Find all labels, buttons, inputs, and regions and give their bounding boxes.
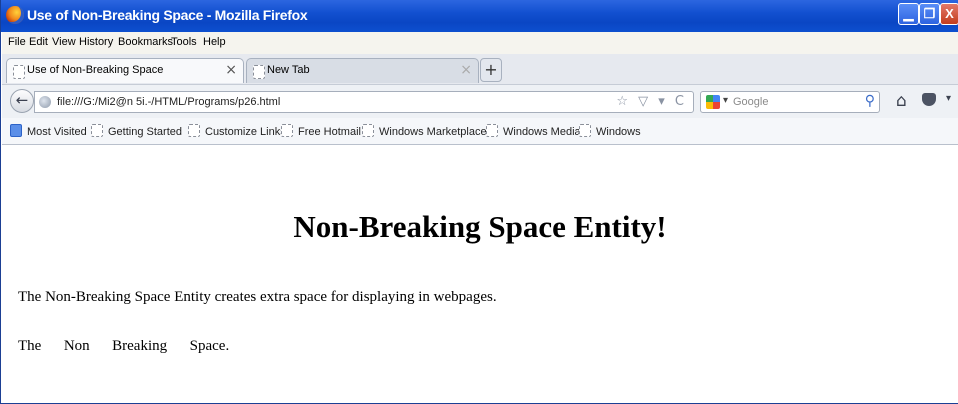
bookmark-page-icon	[188, 124, 200, 137]
firefox-logo-icon	[6, 6, 24, 24]
bookmarks-toolbar: Most Visited Getting Started Customize L…	[2, 118, 958, 145]
tab-close-icon[interactable]: ×	[460, 62, 472, 78]
menu-chevron-icon[interactable]: ▾	[946, 93, 951, 104]
title-bar: Use of Non-Breaking Space - Mozilla Fire…	[1, 0, 958, 32]
bookmark-free-hotmail[interactable]: Free Hotmail	[281, 124, 361, 138]
search-input[interactable]: ▾ Google ⚲	[700, 91, 880, 113]
pocket-icon[interactable]	[922, 93, 936, 106]
bookmark-page-icon	[91, 124, 103, 137]
new-tab-button[interactable]: +	[480, 58, 502, 82]
bookmark-windows-marketplace[interactable]: Windows Marketplace	[362, 124, 487, 138]
back-button[interactable]: ←	[10, 89, 34, 113]
bookmark-label: Customize Links	[205, 126, 286, 138]
tab-label: Use of Non-Breaking Space	[27, 64, 164, 76]
bookmark-folder-icon	[10, 124, 22, 137]
window-title: Use of Non-Breaking Space - Mozilla Fire…	[27, 7, 308, 23]
menu-bookmarks[interactable]: Bookmarks	[118, 36, 173, 48]
url-text[interactable]: file:///G:/Mi2@n 5i.-/HTML/Programs/p26.…	[57, 96, 280, 108]
chevron-down-icon[interactable]: ▾	[723, 95, 728, 106]
home-icon[interactable]: ⌂	[896, 91, 907, 111]
tab-close-icon[interactable]: ×	[225, 62, 237, 78]
tab-use-of-non-breaking-space[interactable]: Use of Non-Breaking Space ×	[6, 58, 244, 83]
bookmark-getting-started[interactable]: Getting Started	[91, 124, 182, 138]
search-icon[interactable]: ⚲	[865, 93, 875, 109]
menu-edit[interactable]: Edit	[29, 36, 48, 48]
page-favicon-icon	[13, 65, 25, 79]
menu-tools[interactable]: Tools	[171, 36, 197, 48]
bookmark-label: Windows	[596, 126, 641, 138]
bookmark-most-visited[interactable]: Most Visited	[10, 124, 87, 138]
minimize-button[interactable]: ▁	[898, 3, 919, 25]
page-spaced-paragraph: The Non Breaking Space.	[18, 338, 230, 354]
tab-label: New Tab	[267, 64, 310, 76]
bookmark-page-icon	[579, 124, 591, 137]
bookmark-page-icon	[281, 124, 293, 137]
url-bar-action-icons[interactable]: ☆ ▽ ▾ C	[616, 94, 687, 109]
navigation-bar: ← file:///G:/Mi2@n 5i.-/HTML/Programs/p2…	[2, 84, 958, 119]
menu-view[interactable]: View	[52, 36, 76, 48]
bookmark-page-icon	[362, 124, 374, 137]
google-icon[interactable]	[706, 95, 720, 109]
close-button[interactable]: X	[940, 3, 958, 25]
tab-new-tab[interactable]: New Tab ×	[246, 58, 479, 83]
bookmark-windows-media[interactable]: Windows Media	[486, 124, 581, 138]
page-favicon-icon	[253, 65, 265, 79]
menu-history[interactable]: History	[79, 36, 113, 48]
bookmark-customize-links[interactable]: Customize Links	[188, 124, 286, 138]
browser-window: Use of Non-Breaking Space - Mozilla Fire…	[0, 0, 958, 404]
menu-bar: File Edit View History Bookmarks Tools H…	[2, 32, 958, 54]
page-paragraph: The Non-Breaking Space Entity creates ex…	[18, 289, 497, 305]
bookmark-page-icon	[486, 124, 498, 137]
url-bar[interactable]: file:///G:/Mi2@n 5i.-/HTML/Programs/p26.…	[34, 91, 694, 113]
maximize-button[interactable]: ❐	[919, 3, 940, 25]
tab-strip: Use of Non-Breaking Space × New Tab × +	[2, 54, 958, 84]
bookmark-label: Getting Started	[108, 126, 182, 138]
menu-help[interactable]: Help	[203, 36, 226, 48]
page-content: Non-Breaking Space Entity! The Non-Break…	[2, 145, 958, 403]
bookmark-windows[interactable]: Windows	[579, 124, 641, 138]
bookmark-label: Windows Media	[503, 126, 581, 138]
page-heading: Non-Breaking Space Entity!	[293, 209, 667, 244]
bookmark-label: Windows Marketplace	[379, 126, 487, 138]
search-placeholder: Google	[733, 96, 769, 108]
site-identity-icon[interactable]	[39, 96, 51, 108]
bookmark-label: Free Hotmail	[298, 126, 361, 138]
bookmark-label: Most Visited	[27, 126, 87, 138]
menu-file[interactable]: File	[8, 36, 26, 48]
